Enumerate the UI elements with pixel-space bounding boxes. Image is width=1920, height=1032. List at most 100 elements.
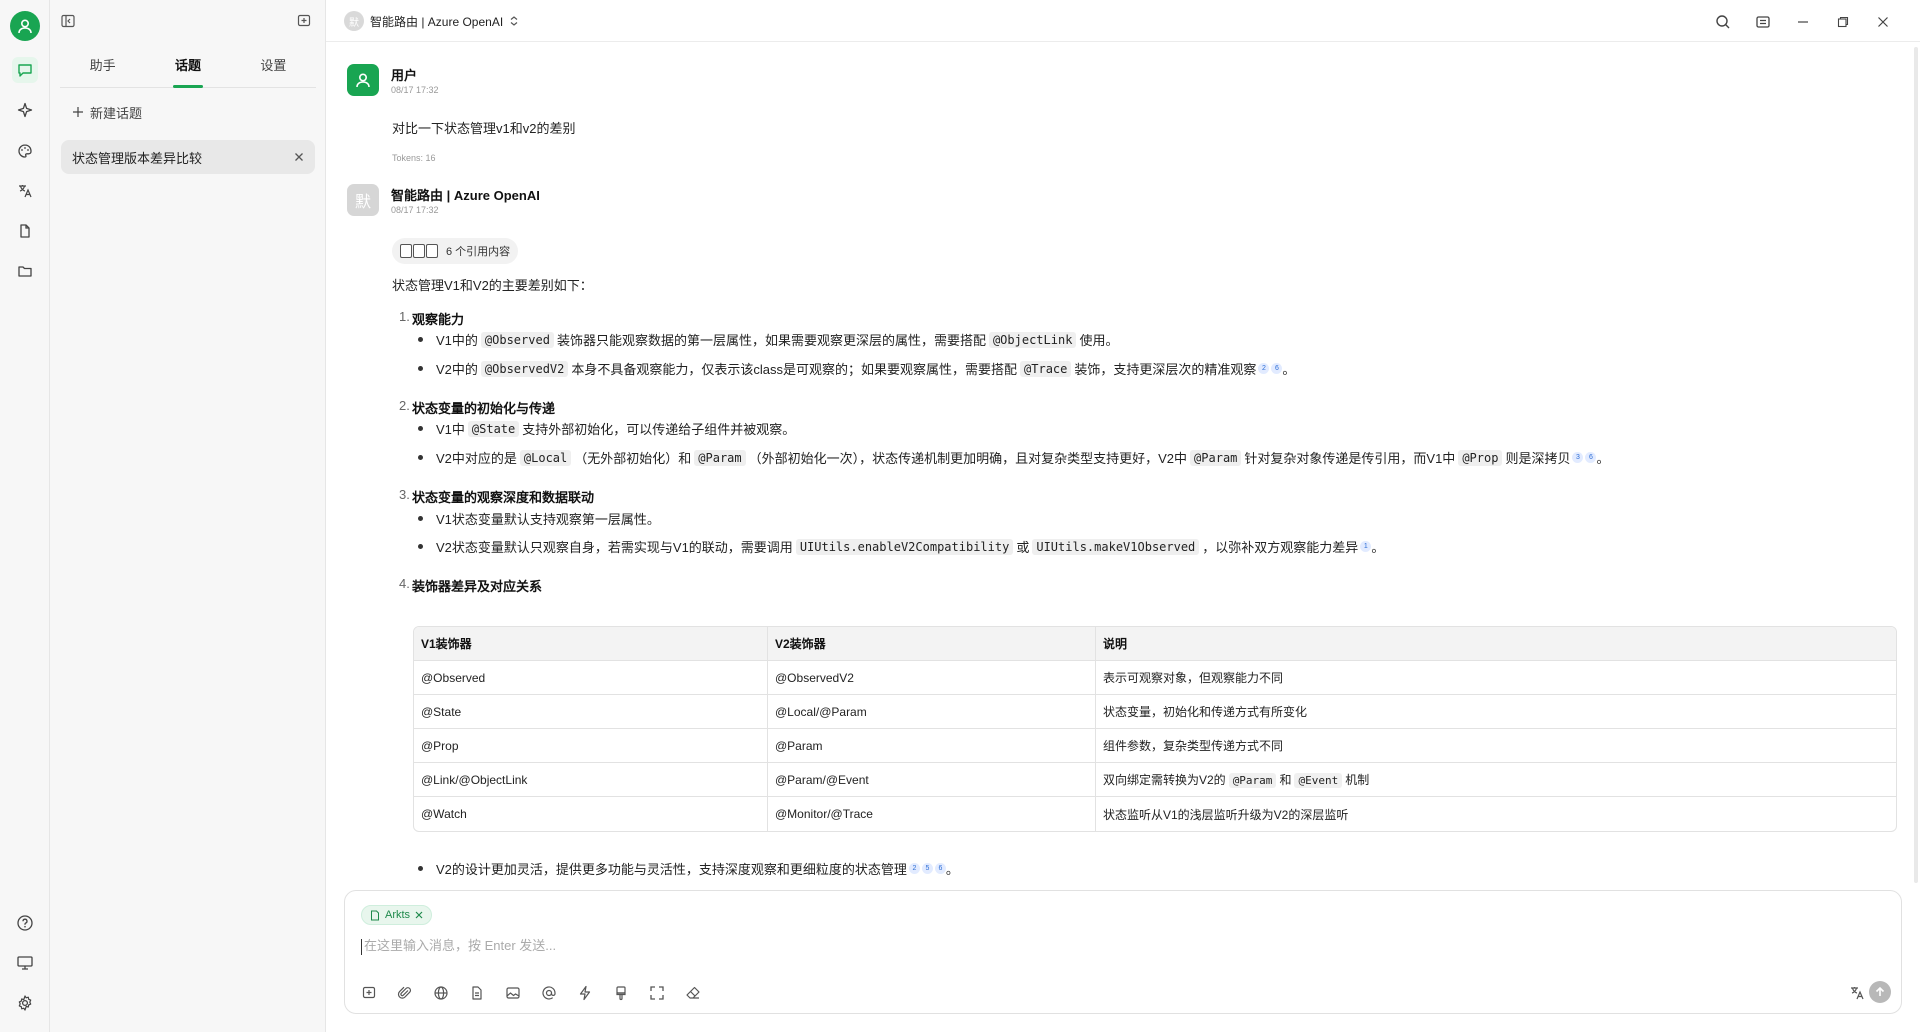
- citation-ref[interactable]: 6: [1271, 363, 1283, 374]
- brush-icon[interactable]: [611, 983, 631, 1003]
- translate-icon[interactable]: [12, 178, 38, 204]
- close-icon[interactable]: [294, 152, 304, 162]
- list-number: 2.: [399, 398, 410, 413]
- layout-icon[interactable]: [1752, 11, 1774, 33]
- citation-docs-icon: [400, 244, 438, 258]
- decorator-table: V1装饰器 V2装饰器 说明 @Observed @ObservedV2 表示可…: [413, 626, 1897, 832]
- table-cell: @Param/@Event: [768, 763, 1096, 797]
- tab-settings[interactable]: 设置: [231, 50, 316, 87]
- model-avatar: 默: [344, 11, 364, 31]
- list-item: V1中的 @Observed 装饰器只能观察数据的第一层属性，如果需要观察更深层的属…: [418, 330, 1118, 349]
- arrow-up-icon: [1875, 986, 1885, 996]
- list-item: V1状态变量默认支持观察第一层属性。: [418, 509, 660, 528]
- search-icon[interactable]: [1712, 11, 1734, 33]
- citation-ref[interactable]: 2: [1258, 363, 1270, 374]
- message-time: 08/17 17:32: [391, 85, 439, 95]
- toggle-sidebar-icon[interactable]: [58, 11, 78, 31]
- topic-item[interactable]: 状态管理版本差异比较: [61, 140, 315, 174]
- knowledge-base-chip[interactable]: Arkts: [361, 905, 433, 925]
- citations-button[interactable]: 6 个引用内容: [392, 238, 519, 264]
- assistant-name: 智能路由 | Azure OpenAI: [391, 188, 540, 203]
- monitor-icon[interactable]: [12, 950, 38, 976]
- table-cell: @Local/@Param: [768, 695, 1096, 729]
- citation-ref[interactable]: 3: [1572, 452, 1584, 463]
- table-row: @State @Local/@Param 状态变量，初始化和传递方式有所变化: [414, 695, 1896, 729]
- sparkle-icon[interactable]: [12, 97, 38, 123]
- lightning-icon[interactable]: [575, 983, 595, 1003]
- table-row: @Prop @Param 组件参数，复杂类型传递方式不同: [414, 729, 1896, 763]
- image-icon[interactable]: [503, 983, 523, 1003]
- table-header: V1装饰器: [414, 627, 768, 661]
- send-button[interactable]: [1869, 981, 1891, 1003]
- citation-ref[interactable]: 1: [1360, 541, 1372, 552]
- folder-icon[interactable]: [12, 258, 38, 284]
- table-cell: @Observed: [414, 661, 768, 695]
- table-cell: @State: [414, 695, 768, 729]
- table-header-row: V1装饰器 V2装饰器 说明: [414, 627, 1896, 661]
- table-cell: 状态监听从V1的浅层监听升级为V2的深层监听: [1103, 807, 1349, 822]
- user-avatar-icon[interactable]: [10, 11, 40, 41]
- table-row: @Link/@ObjectLink @Param/@Event 双向绑定需转换为…: [414, 763, 1896, 797]
- citation-ref[interactable]: 6: [934, 863, 946, 874]
- citation-ref[interactable]: 5: [921, 863, 933, 874]
- knowledge-icon: [371, 910, 379, 920]
- knowledge-base-label: Arkts: [385, 909, 411, 921]
- list-item: V1中 @State 支持外部初始化，可以传递给子组件并被观察。: [418, 419, 795, 438]
- mention-icon[interactable]: [539, 983, 559, 1003]
- icon-rail: [0, 0, 50, 1032]
- chat-header: 默 智能路由 | Azure OpenAI: [326, 0, 1920, 42]
- minimize-icon[interactable]: [1792, 11, 1814, 33]
- table-row: @Observed @ObservedV2 表示可观察对象，但观察能力不同: [414, 661, 1896, 695]
- message-input[interactable]: 在这里输入消息，按 Enter 发送...: [361, 935, 556, 955]
- chat-icon[interactable]: [12, 57, 38, 83]
- assistant-avatar: 默: [347, 184, 379, 216]
- expand-icon[interactable]: [647, 983, 667, 1003]
- list-number: 1.: [399, 309, 410, 324]
- close-icon[interactable]: [415, 911, 423, 919]
- close-window-icon[interactable]: [1872, 11, 1894, 33]
- settings-icon[interactable]: [12, 990, 38, 1016]
- help-icon[interactable]: [12, 910, 38, 936]
- user-name: 用户: [391, 68, 418, 83]
- table-header: 说明: [1096, 627, 1896, 661]
- translate-icon[interactable]: [1847, 983, 1867, 1003]
- table-cell: @Watch: [414, 797, 768, 831]
- table-cell: 表示可观察对象，但观察能力不同: [1096, 661, 1896, 695]
- list-item: V2中的 @ObservedV2 本身不具备观察能力，仅表示该class是可观察的；…: [418, 359, 1295, 378]
- plus-icon: [73, 107, 83, 117]
- chat-area: 用户 08/17 17:32 对比一下状态管理v1和v2的差别 Tokens: …: [326, 43, 1920, 886]
- topic-title: 状态管理版本差异比较: [72, 150, 203, 166]
- new-topic-label: 新建话题: [90, 105, 143, 121]
- document-icon[interactable]: [12, 218, 38, 244]
- table-cell: 组件参数，复杂类型传递方式不同: [1096, 729, 1896, 763]
- topic-panel: 助手 话题 设置 新建话题 状态管理版本差异比较: [50, 0, 326, 1032]
- clear-icon[interactable]: [683, 983, 703, 1003]
- maximize-icon[interactable]: [1832, 11, 1854, 33]
- user-avatar-icon: [347, 64, 379, 96]
- chat-scrollbar[interactable]: [1914, 47, 1918, 883]
- palette-icon[interactable]: [12, 138, 38, 164]
- list-number: 4.: [399, 576, 410, 591]
- new-topic-icon[interactable]: [359, 983, 379, 1003]
- attach-icon[interactable]: [395, 983, 415, 1003]
- table-header: V2装饰器: [768, 627, 1096, 661]
- new-chat-icon[interactable]: [294, 11, 314, 31]
- model-selector[interactable]: 默 智能路由 | Azure OpenAI: [344, 11, 519, 31]
- panel-tabs: 助手 话题 设置: [60, 50, 316, 88]
- table-cell: 状态变量，初始化和传递方式有所变化: [1096, 695, 1896, 729]
- web-search-icon[interactable]: [431, 983, 451, 1003]
- token-count: Tokens: 16: [392, 153, 436, 163]
- chevron-updown-icon: [510, 16, 518, 26]
- knowledge-icon[interactable]: [467, 983, 487, 1003]
- citation-ref[interactable]: 6: [1585, 452, 1597, 463]
- list-item: V2状态变量默认只观察自身，若需实现与V1的联动，需要调用 UIUtils.ena…: [418, 537, 1384, 556]
- model-name: 智能路由 | Azure OpenAI: [370, 14, 504, 29]
- message-composer: Arkts 在这里输入消息，按 Enter 发送...: [344, 890, 1902, 1014]
- tab-topics[interactable]: 话题: [145, 50, 230, 88]
- table-row: @Watch @Monitor/@Trace 状态监听从V1的浅层监听升级为V2…: [414, 797, 1896, 831]
- table-cell: @Monitor/@Trace: [768, 797, 1096, 831]
- new-topic-button[interactable]: 新建话题: [72, 100, 142, 124]
- tab-assistant[interactable]: 助手: [60, 50, 145, 87]
- citation-ref[interactable]: 2: [908, 863, 920, 874]
- section-title: 观察能力: [412, 312, 465, 327]
